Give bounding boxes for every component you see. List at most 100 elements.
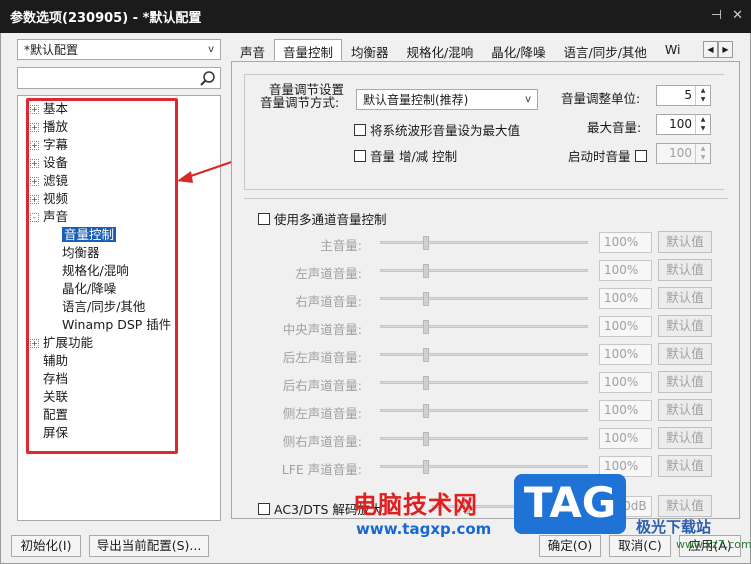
channel-slider bbox=[380, 348, 588, 362]
tree-item[interactable]: + 视频 bbox=[30, 190, 68, 208]
tree-item[interactable]: + 字幕 bbox=[30, 136, 68, 154]
tab[interactable]: 规格化/混响 bbox=[398, 39, 483, 61]
pin-icon[interactable]: ⊣ bbox=[711, 8, 722, 23]
tree-item[interactable]: 配置 bbox=[43, 406, 68, 424]
channel-slider bbox=[380, 460, 588, 474]
checkbox-box[interactable] bbox=[634, 149, 647, 162]
expand-icon[interactable]: + bbox=[30, 123, 39, 132]
tree-item[interactable]: + 播放 bbox=[30, 118, 68, 136]
channel-label: 中央声道音量: bbox=[282, 322, 362, 337]
spin-arrows-icon[interactable]: ▲ ▼ bbox=[695, 86, 710, 105]
channel-slider bbox=[380, 376, 588, 390]
tab[interactable]: 声音 bbox=[231, 39, 274, 61]
slider-thumb bbox=[423, 348, 429, 362]
wave-max-label: 将系统波形音量设为最大值 bbox=[370, 123, 521, 138]
startup-volume-checkbox[interactable]: 启动时音量 bbox=[568, 146, 651, 165]
tree-item[interactable]: 音量控制 bbox=[62, 226, 117, 244]
expand-icon[interactable]: + bbox=[30, 159, 39, 168]
tree-item[interactable]: + 设备 bbox=[30, 154, 68, 172]
channel-label: 左声道音量: bbox=[295, 266, 362, 281]
mode-select[interactable]: 默认音量控制(推荐) v bbox=[356, 89, 538, 110]
channel-default-button: 默认值 bbox=[658, 427, 712, 449]
search-input[interactable] bbox=[17, 67, 221, 89]
tab[interactable]: 语言/同步/其他 bbox=[554, 39, 655, 61]
tree-item-label: 存档 bbox=[43, 371, 69, 386]
channel-default-button: 默认值 bbox=[658, 399, 712, 421]
tree-item[interactable]: 辅助 bbox=[43, 352, 68, 370]
collapse-icon[interactable]: - bbox=[30, 213, 39, 222]
tree-item-label: 规格化/混响 bbox=[62, 263, 129, 278]
tab[interactable]: 音量控制 bbox=[274, 39, 343, 61]
tree-item-label: 播放 bbox=[43, 119, 69, 134]
channel-slider bbox=[380, 264, 588, 278]
tree-item-label: 关联 bbox=[43, 389, 69, 404]
spin-arrows-icon[interactable]: ▲ ▼ bbox=[695, 115, 710, 134]
unit-label: 音量调整单位: bbox=[561, 91, 641, 106]
wave-max-checkbox[interactable]: 将系统波形音量设为最大值 bbox=[354, 120, 520, 139]
hotkey-checkbox[interactable]: 音量 增/减 控制 bbox=[354, 146, 457, 165]
expand-icon[interactable]: + bbox=[30, 177, 39, 186]
tree-item[interactable]: + 基本 bbox=[30, 100, 68, 118]
multichannel-label: 使用多通道音量控制 bbox=[274, 212, 387, 227]
channel-value: 100% bbox=[599, 372, 652, 393]
channel-default-button: 默认值 bbox=[658, 231, 712, 253]
cancel-button[interactable]: 取消(C) bbox=[609, 535, 671, 557]
checkbox-box[interactable] bbox=[258, 212, 270, 225]
hotkey-label: 音量 增/减 控制 bbox=[370, 149, 458, 164]
tree-item[interactable]: 语言/同步/其他 bbox=[62, 298, 145, 316]
tree-item-label: 视频 bbox=[43, 191, 69, 206]
tree-item-label: 扩展功能 bbox=[43, 335, 94, 350]
init-button[interactable]: 初始化(I) bbox=[11, 535, 81, 557]
tree-item[interactable]: + 扩展功能 bbox=[30, 334, 93, 352]
channel-value: 100% bbox=[599, 316, 652, 337]
expand-icon[interactable]: + bbox=[30, 339, 39, 348]
checkbox-box[interactable] bbox=[354, 149, 366, 162]
tree-item-label: 晶化/降噪 bbox=[62, 281, 117, 296]
channel-value: 100% bbox=[599, 260, 652, 281]
close-icon[interactable]: ✕ bbox=[732, 8, 743, 23]
mode-label: 音量调节方式: bbox=[260, 95, 340, 110]
checkbox-box[interactable] bbox=[354, 123, 366, 136]
volume-control-panel: 音量调节设置 音量调节方式: 默认音量控制(推荐) v 将系统波形音量设为最大值… bbox=[231, 61, 740, 519]
ok-button[interactable]: 确定(O) bbox=[539, 535, 601, 557]
expand-icon[interactable]: + bbox=[30, 105, 39, 114]
channel-slider bbox=[380, 404, 588, 418]
tab[interactable]: Wi bbox=[656, 39, 690, 61]
max-volume-stepper[interactable]: 100 ▲ ▼ bbox=[656, 114, 711, 135]
tree-item-label: 屏保 bbox=[43, 425, 69, 440]
tree-item[interactable]: + 滤镜 bbox=[30, 172, 68, 190]
checkbox-box[interactable] bbox=[258, 502, 270, 515]
expand-icon[interactable]: + bbox=[30, 141, 39, 150]
tab[interactable]: 晶化/降噪 bbox=[482, 39, 554, 61]
tree-item[interactable]: 存档 bbox=[43, 370, 68, 388]
tree-item[interactable]: - 声音 bbox=[30, 208, 68, 226]
channel-default-button: 默认值 bbox=[658, 315, 712, 337]
slider-thumb bbox=[423, 236, 429, 250]
tree-item[interactable]: 均衡器 bbox=[62, 244, 100, 262]
tree-item[interactable]: Winamp DSP 插件 bbox=[62, 316, 171, 334]
channel-value: 100% bbox=[599, 344, 652, 365]
watermark-side-text: 极光下载站 bbox=[636, 518, 712, 536]
channel-label: 侧左声道音量: bbox=[282, 406, 362, 421]
slider-thumb bbox=[423, 292, 429, 306]
channel-label: 主音量: bbox=[320, 238, 362, 253]
watermark-url: www.tagxp.com bbox=[356, 520, 492, 538]
tree-item[interactable]: 屏保 bbox=[43, 424, 68, 442]
channel-label: 侧右声道音量: bbox=[282, 434, 362, 449]
unit-stepper[interactable]: 5 ▲ ▼ bbox=[656, 85, 711, 106]
tree-item[interactable]: 晶化/降噪 bbox=[62, 280, 116, 298]
export-config-button[interactable]: 导出当前配置(S)... bbox=[89, 535, 209, 557]
tab[interactable]: 均衡器 bbox=[342, 39, 398, 61]
tree-item[interactable]: 关联 bbox=[43, 388, 68, 406]
multichannel-checkbox[interactable]: 使用多通道音量控制 bbox=[258, 209, 387, 228]
channel-value: 100% bbox=[599, 288, 652, 309]
profile-select[interactable]: *默认配置 v bbox=[17, 39, 221, 60]
tab-next-icon[interactable]: ▶ bbox=[718, 41, 733, 58]
expand-icon[interactable]: + bbox=[30, 195, 39, 204]
tree-item[interactable]: 规格化/混响 bbox=[62, 262, 129, 280]
search-icon[interactable] bbox=[199, 70, 217, 86]
channel-default-button: 默认值 bbox=[658, 371, 712, 393]
tab-prev-icon[interactable]: ◀ bbox=[703, 41, 718, 58]
tab-scroller: ◀ ▶ bbox=[703, 41, 733, 58]
tree-item-label: 滤镜 bbox=[43, 173, 69, 188]
